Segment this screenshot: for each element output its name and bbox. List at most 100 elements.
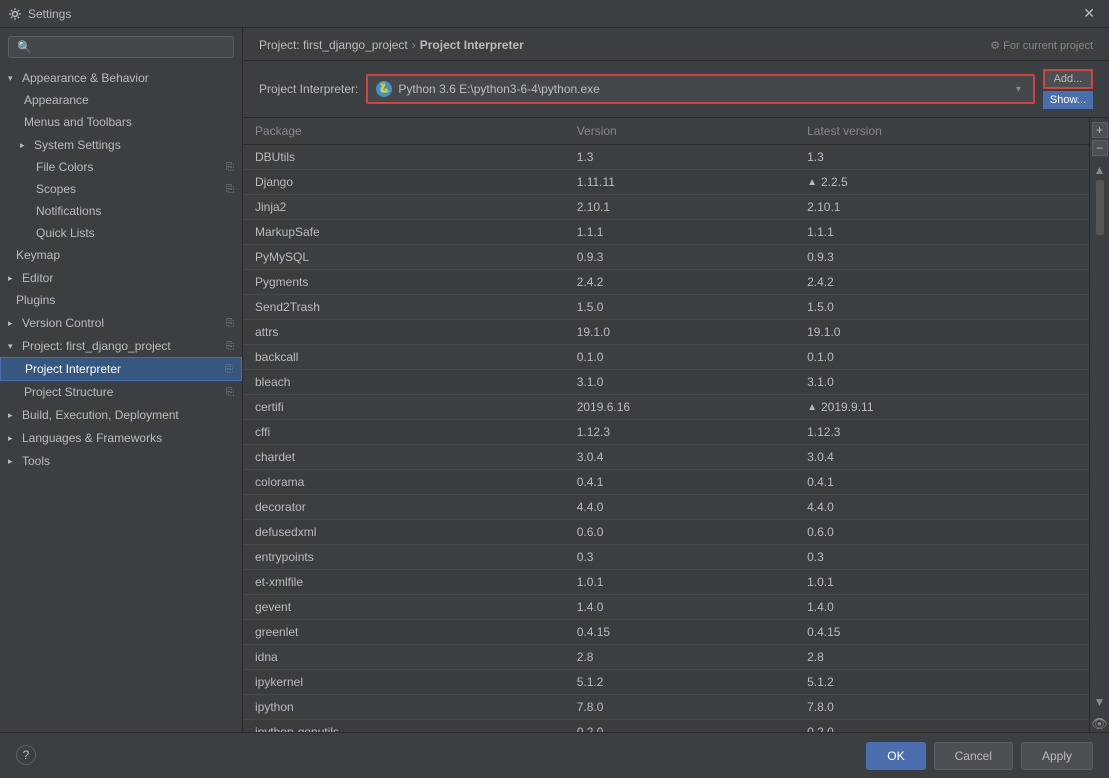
table-row[interactable]: et-xmlfile1.0.11.0.1: [243, 570, 1089, 595]
package-latest: 2.10.1: [795, 195, 1089, 220]
add-interpreter-button[interactable]: Add...: [1043, 69, 1093, 89]
interpreter-select[interactable]: 🐍 Python 3.6 E:\python3-6-4\python.exe ▾: [368, 76, 1033, 102]
sidebar-item-project[interactable]: ▾ Project: first_django_project ⎘: [0, 334, 242, 357]
sidebar-item-label: Tools: [22, 454, 50, 468]
window-title: Settings: [28, 7, 71, 21]
package-version: 1.4.0: [565, 595, 795, 620]
table-row[interactable]: gevent1.4.01.4.0: [243, 595, 1089, 620]
sidebar-item-label: Quick Lists: [36, 226, 95, 240]
table-row[interactable]: ipykernel5.1.25.1.2: [243, 670, 1089, 695]
sidebar-item-quick-lists[interactable]: Quick Lists: [0, 222, 242, 244]
table-row[interactable]: entrypoints0.30.3: [243, 545, 1089, 570]
table-row[interactable]: greenlet0.4.150.4.15: [243, 620, 1089, 645]
ok-button[interactable]: OK: [866, 742, 925, 770]
table-row[interactable]: Send2Trash1.5.01.5.0: [243, 295, 1089, 320]
sidebar-item-project-interpreter[interactable]: Project Interpreter ⎘: [0, 357, 242, 381]
copy-icon: ⎘: [226, 341, 234, 352]
table-row[interactable]: chardet3.0.43.0.4: [243, 445, 1089, 470]
dropdown-arrow-icon: ▾: [1016, 84, 1025, 95]
table-row[interactable]: colorama0.4.10.4.1: [243, 470, 1089, 495]
sidebar-item-tools[interactable]: ▸ Tools: [0, 449, 242, 472]
package-name: ipython: [243, 695, 565, 720]
table-row[interactable]: ipython7.8.07.8.0: [243, 695, 1089, 720]
table-row[interactable]: attrs19.1.019.1.0: [243, 320, 1089, 345]
cancel-button[interactable]: Cancel: [934, 742, 1013, 770]
package-name: decorator: [243, 495, 565, 520]
table-row[interactable]: certifi2019.6.16▲2019.9.11: [243, 395, 1089, 420]
copy-icon: ⎘: [225, 364, 233, 375]
sidebar-item-keymap[interactable]: Keymap: [0, 244, 242, 266]
sidebar-item-project-structure[interactable]: Project Structure ⎘: [0, 381, 242, 403]
scroll-down-button[interactable]: ▼: [1092, 694, 1108, 710]
interpreter-select-container: 🐍 Python 3.6 E:\python3-6-4\python.exe ▾: [366, 74, 1035, 104]
sidebar-item-system-settings[interactable]: ▸ System Settings: [0, 133, 242, 156]
package-latest: 1.4.0: [795, 595, 1089, 620]
table-row[interactable]: PyMySQL0.9.30.9.3: [243, 245, 1089, 270]
sidebar-item-editor[interactable]: ▸ Editor: [0, 266, 242, 289]
package-version: 0.4.15: [565, 620, 795, 645]
eye-icon[interactable]: 👁: [1091, 716, 1108, 732]
table-row[interactable]: DBUtils1.31.3: [243, 145, 1089, 170]
sidebar-item-menus-toolbars[interactable]: Menus and Toolbars: [0, 111, 242, 133]
table-row[interactable]: MarkupSafe1.1.11.1.1: [243, 220, 1089, 245]
sidebar-item-appearance[interactable]: Appearance: [0, 89, 242, 111]
package-name: colorama: [243, 470, 565, 495]
chevron-down-icon: ▾: [8, 73, 18, 83]
package-latest: 1.5.0: [795, 295, 1089, 320]
table-row[interactable]: Django1.11.11▲2.2.5: [243, 170, 1089, 195]
table-row[interactable]: Pygments2.4.22.4.2: [243, 270, 1089, 295]
package-name: backcall: [243, 345, 565, 370]
sidebar-item-scopes[interactable]: Scopes ⎘: [0, 178, 242, 200]
package-latest: 0.9.3: [795, 245, 1089, 270]
table-row[interactable]: backcall0.1.00.1.0: [243, 345, 1089, 370]
table-row[interactable]: cffi1.12.31.12.3: [243, 420, 1089, 445]
add-package-button[interactable]: +: [1092, 122, 1108, 138]
interpreter-label: Project Interpreter:: [259, 82, 358, 96]
sidebar-item-notifications[interactable]: Notifications: [0, 200, 242, 222]
sidebar-item-languages[interactable]: ▸ Languages & Frameworks: [0, 426, 242, 449]
table-row[interactable]: ipython-genutils0.2.00.2.0: [243, 720, 1089, 733]
eye-visibility-button[interactable]: 👁: [1091, 716, 1108, 732]
table-row[interactable]: defusedxml0.6.00.6.0: [243, 520, 1089, 545]
chevron-right-icon: ▸: [8, 456, 18, 466]
sidebar-item-plugins[interactable]: Plugins: [0, 289, 242, 311]
package-name: certifi: [243, 395, 565, 420]
package-version: 19.1.0: [565, 320, 795, 345]
package-name: DBUtils: [243, 145, 565, 170]
sidebar-item-label: Notifications: [36, 204, 101, 218]
scrollbar-up-button[interactable]: ▲: [1092, 162, 1108, 178]
package-name: PyMySQL: [243, 245, 565, 270]
package-version: 0.6.0: [565, 520, 795, 545]
search-input[interactable]: [8, 36, 234, 58]
sidebar-item-label: Appearance: [24, 93, 89, 107]
package-version: 2.8: [565, 645, 795, 670]
table-row[interactable]: bleach3.1.03.1.0: [243, 370, 1089, 395]
sidebar-item-file-colors[interactable]: File Colors ⎘: [0, 156, 242, 178]
sidebar-item-appearance-behavior[interactable]: ▾ Appearance & Behavior: [0, 66, 242, 89]
breadcrumb-project: Project: first_django_project: [259, 38, 408, 52]
sidebar-item-label: Plugins: [16, 293, 55, 307]
package-latest: 1.1.1: [795, 220, 1089, 245]
sidebar-item-build-execution[interactable]: ▸ Build, Execution, Deployment: [0, 403, 242, 426]
sidebar: ▾ Appearance & Behavior Appearance Menus…: [0, 28, 243, 732]
package-name: defusedxml: [243, 520, 565, 545]
sidebar-item-version-control[interactable]: ▸ Version Control ⎘: [0, 311, 242, 334]
package-version: 4.4.0: [565, 495, 795, 520]
close-button[interactable]: ✕: [1077, 3, 1101, 24]
copy-icon: ⎘: [226, 184, 234, 195]
package-version: 0.1.0: [565, 345, 795, 370]
bottom-bar: ? OK Cancel Apply: [0, 732, 1109, 778]
package-table-scroll[interactable]: Package Version Latest version DBUtils1.…: [243, 118, 1089, 732]
table-row[interactable]: Jinja22.10.12.10.1: [243, 195, 1089, 220]
table-row[interactable]: decorator4.4.04.4.0: [243, 495, 1089, 520]
package-name: idna: [243, 645, 565, 670]
table-row[interactable]: idna2.82.8: [243, 645, 1089, 670]
show-interpreter-button[interactable]: Show...: [1043, 91, 1093, 109]
apply-button[interactable]: Apply: [1021, 742, 1093, 770]
package-latest: 3.0.4: [795, 445, 1089, 470]
help-button[interactable]: ?: [16, 745, 36, 765]
package-name: greenlet: [243, 620, 565, 645]
package-name: bleach: [243, 370, 565, 395]
breadcrumb-arrow: ›: [412, 38, 416, 52]
remove-package-button[interactable]: −: [1092, 140, 1108, 156]
